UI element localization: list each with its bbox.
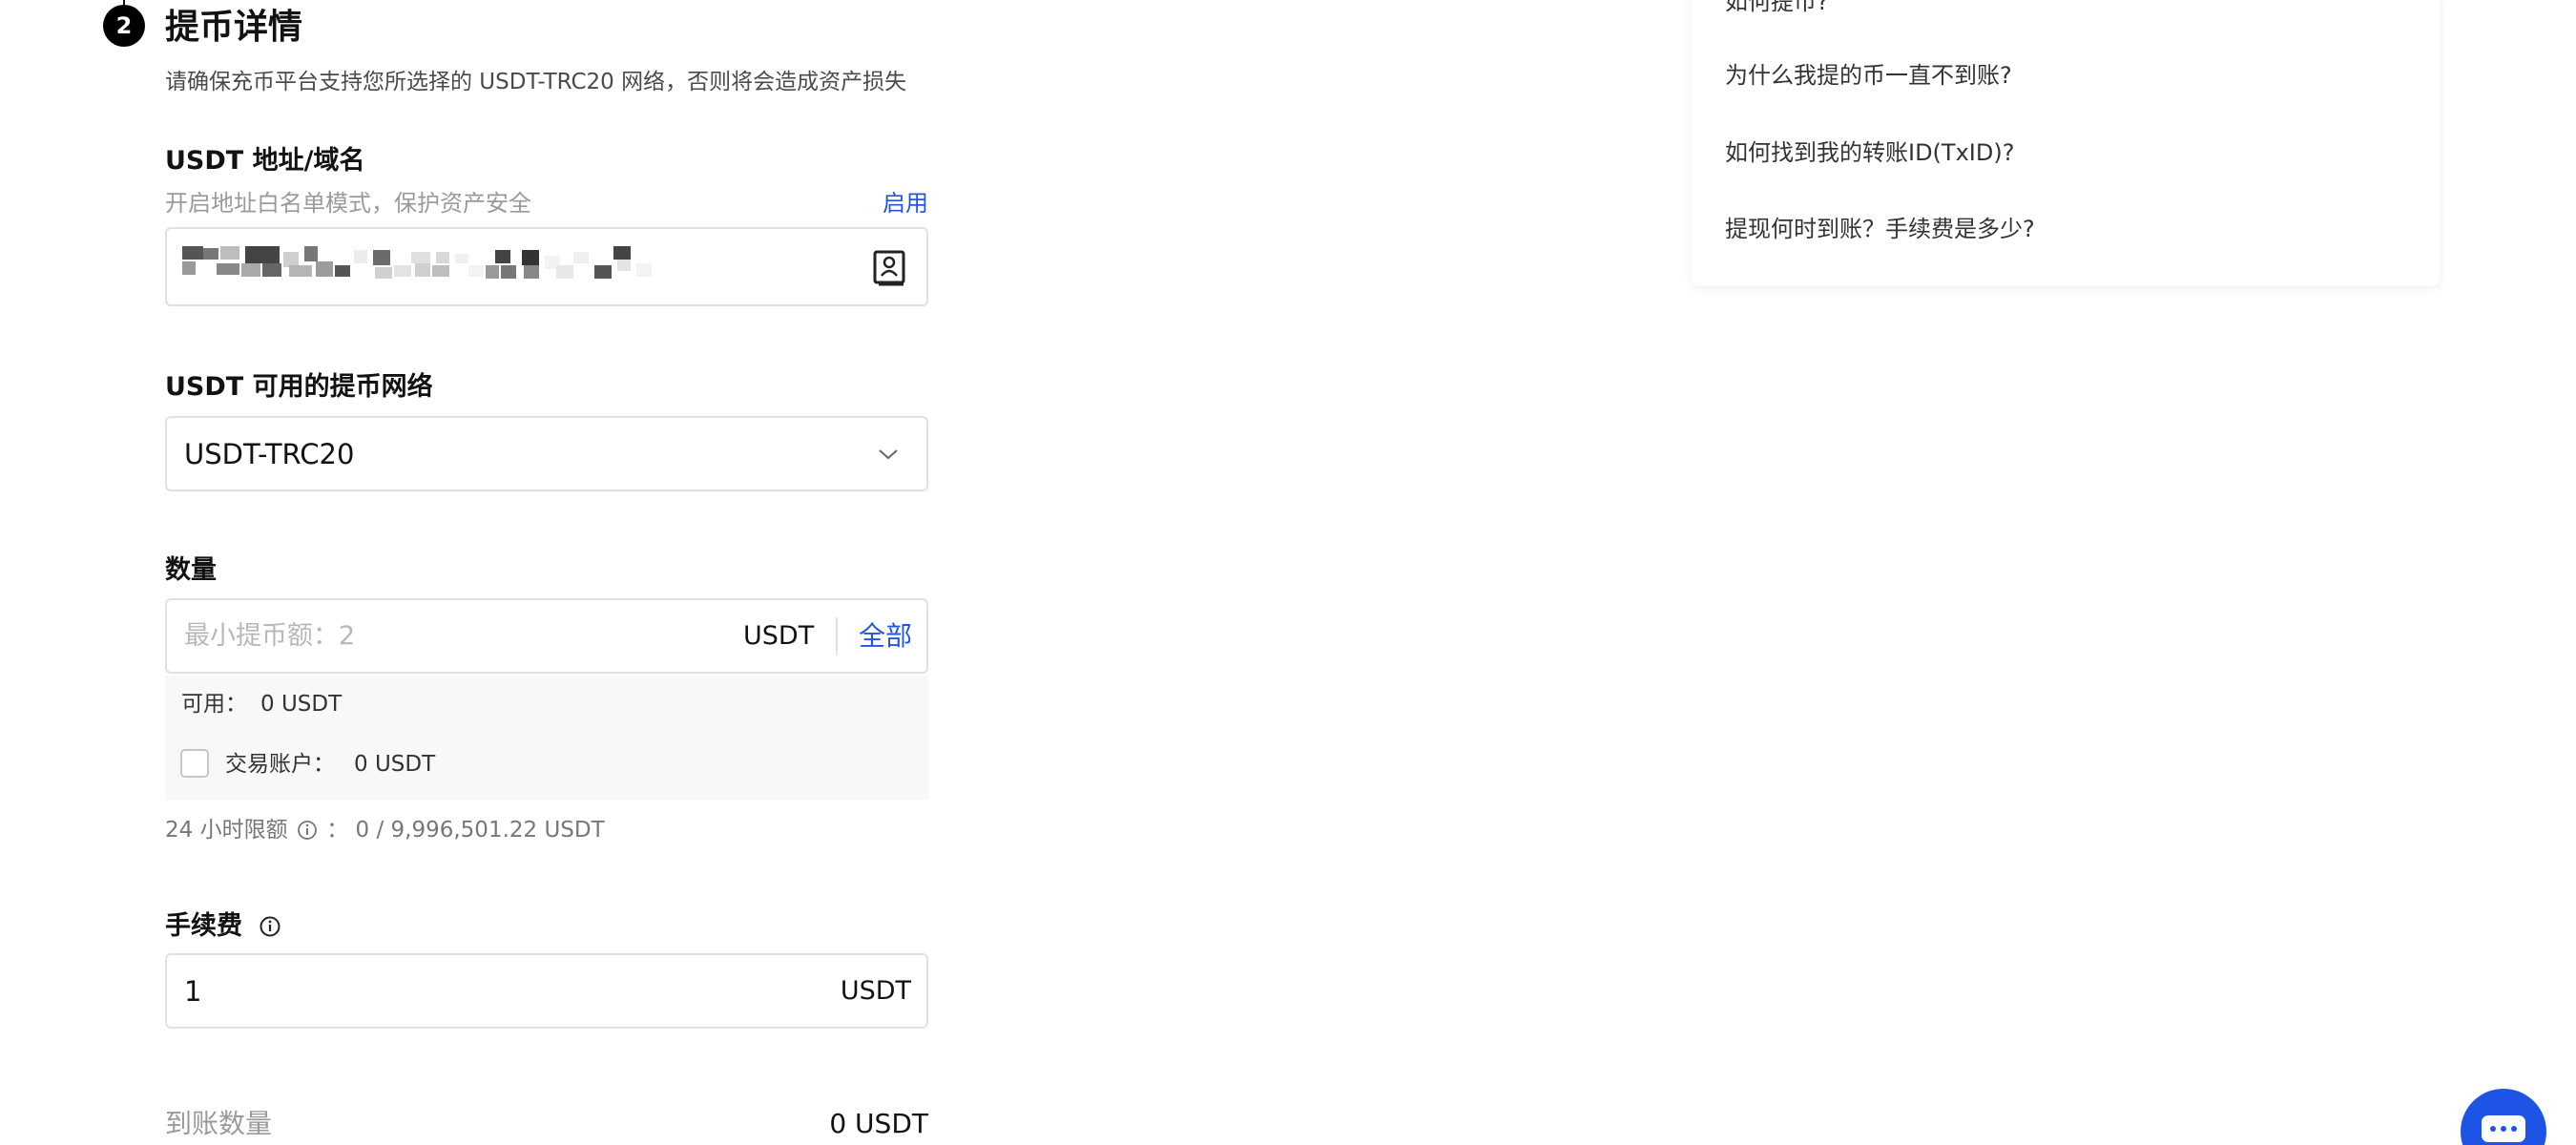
fee-info-icon[interactable] xyxy=(259,915,281,938)
trading-account-label: 交易账户： xyxy=(225,752,335,777)
fee-unit: USDT xyxy=(840,976,911,1006)
withdraw-all-button[interactable]: 全部 xyxy=(859,619,912,654)
chevron-down-icon xyxy=(879,449,898,460)
trading-account-balance: 交易账户： 0 USDT xyxy=(225,749,435,780)
daily-limit-value: ： 0 / 9,996,501.22 USDT xyxy=(326,818,605,843)
available-value: 0 USDT xyxy=(260,692,343,717)
available-label: 可用： xyxy=(181,692,247,717)
receive-amount-label: 到账数量 xyxy=(165,1108,273,1139)
fee-input[interactable]: 1 USDT xyxy=(165,953,928,1029)
faq-card: 如何提币? 为什么我提的币一直不到账? 如何找到我的转账ID(TxID)? 提现… xyxy=(1692,0,2440,286)
balance-panel: 可用： 0 USDT 交易账户： 0 USDT xyxy=(165,676,928,800)
redacted-address-mosaic xyxy=(182,246,717,290)
info-icon[interactable] xyxy=(297,820,318,841)
faq-item-find-txid[interactable]: 如何找到我的转账ID(TxID)? xyxy=(1725,137,2014,168)
fee-value: 1 xyxy=(184,975,202,1008)
address-book-icon[interactable] xyxy=(873,250,905,286)
amount-input[interactable]: 最小提币额：2 USDT 全部 xyxy=(165,598,928,674)
section-title: 提币详情 xyxy=(165,8,303,47)
trading-account-checkbox[interactable] xyxy=(180,749,209,778)
customer-service-chat-button[interactable] xyxy=(2461,1089,2546,1145)
address-input[interactable] xyxy=(165,227,928,306)
faq-item-not-arrived[interactable]: 为什么我提的币一直不到账? xyxy=(1725,60,2012,91)
amount-unit: USDT xyxy=(743,621,815,651)
trading-account-value: 0 USDT xyxy=(354,752,436,777)
receive-amount-value: 0 USDT xyxy=(829,1108,928,1139)
fee-label: 手续费 xyxy=(165,911,242,941)
network-warning-text: 请确保充币平台支持您所选择的 USDT-TRC20 网络，否则将会造成资产损失 xyxy=(165,70,907,94)
network-selected-value: USDT-TRC20 xyxy=(184,438,355,470)
withdraw-page: 2 提币详情 请确保充币平台支持您所选择的 USDT-TRC20 网络，否则将会… xyxy=(0,0,2576,1145)
amount-placeholder: 最小提币额：2 xyxy=(184,621,356,651)
whitelist-hint: 开启地址白名单模式，保护资产安全 xyxy=(165,190,531,217)
available-balance: 可用： 0 USDT xyxy=(181,689,342,719)
amount-label: 数量 xyxy=(165,555,217,585)
daily-limit-label: 24 小时限额 xyxy=(165,818,288,843)
enable-whitelist-link[interactable]: 启用 xyxy=(883,188,928,219)
address-label: USDT 地址/域名 xyxy=(165,146,365,176)
faq-item-arrival-fee[interactable]: 提现何时到账？手续费是多少? xyxy=(1725,214,2035,244)
step-number-badge: 2 xyxy=(103,5,145,47)
chat-bubble-icon xyxy=(2482,1115,2525,1142)
faq-item-how-to-withdraw[interactable]: 如何提币? xyxy=(1725,0,1829,17)
network-label: USDT 可用的提币网络 xyxy=(165,372,433,402)
network-select[interactable]: USDT-TRC20 xyxy=(165,416,928,491)
daily-limit: 24 小时限额 ： 0 / 9,996,501.22 USDT xyxy=(165,815,605,845)
amount-divider xyxy=(836,617,838,656)
